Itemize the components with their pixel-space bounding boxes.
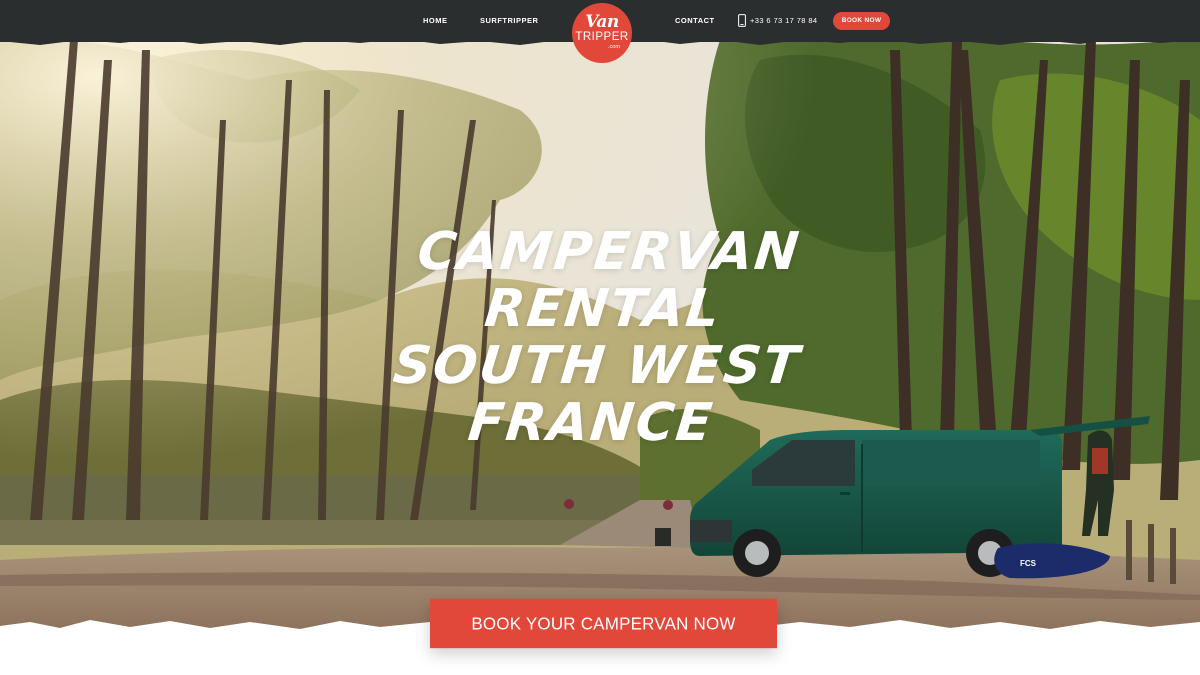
hero-headline: CAMPERVAN RENTAL SOUTH WEST FRANCE <box>288 222 912 453</box>
vantripper-logo[interactable]: Van TRIPPER .com <box>572 3 632 63</box>
headline-line-3: FRANCE <box>465 393 717 453</box>
logo-name-text: TRIPPER <box>575 31 629 43</box>
nav-home-link[interactable]: HOME <box>423 16 448 25</box>
logo-domain-text: .com <box>608 44 620 50</box>
headline-line-1: CAMPERVAN RENTAL <box>414 222 804 339</box>
phone-number[interactable]: +33 6 73 17 78 84 <box>750 16 817 25</box>
nav-surftripper-link[interactable]: SURFTRIPPER <box>480 16 538 25</box>
svg-text:FCS: FCS <box>1020 559 1037 568</box>
headline-line-2: SOUTH WEST <box>390 336 804 396</box>
nav-contact-link[interactable]: CONTACT <box>675 16 715 25</box>
book-campervan-button[interactable]: BOOK YOUR CAMPERVAN NOW <box>430 598 777 649</box>
logo-script-text: Van <box>585 12 619 32</box>
book-now-button[interactable]: BOOK NOW <box>833 12 890 30</box>
phone-icon <box>738 14 746 27</box>
